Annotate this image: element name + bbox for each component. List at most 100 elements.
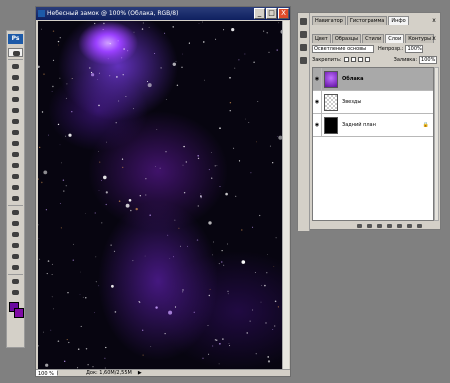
- star: [118, 200, 121, 202]
- brushes-icon[interactable]: [299, 17, 308, 26]
- opacity-field[interactable]: 100%: [405, 44, 424, 53]
- star: [97, 79, 99, 80]
- blur-icon[interactable]: [8, 183, 23, 192]
- mask-icon[interactable]: [376, 223, 383, 229]
- star: [117, 40, 119, 42]
- adjustment-icon[interactable]: [386, 223, 393, 229]
- star: [218, 363, 220, 365]
- star: [274, 325, 276, 327]
- layer-row[interactable]: ◉ Облака: [313, 68, 433, 91]
- lock-position-checkbox[interactable]: [357, 57, 363, 62]
- star: [238, 59, 240, 61]
- tool-list: [7, 48, 24, 297]
- healing-brush-icon[interactable]: [8, 117, 23, 126]
- slice-icon[interactable]: [8, 106, 23, 115]
- layer-row[interactable]: ◉ Задний план 🔒: [313, 114, 433, 137]
- path-select-icon[interactable]: [8, 230, 23, 239]
- star: [58, 44, 59, 46]
- star: [98, 285, 100, 287]
- shape-icon[interactable]: [8, 241, 23, 250]
- type-icon[interactable]: [8, 219, 23, 228]
- crop-icon[interactable]: [8, 95, 23, 104]
- star: [59, 144, 61, 146]
- close-button[interactable]: X: [278, 8, 289, 19]
- color-swatches: [8, 301, 24, 323]
- info-group-tab-2[interactable]: Инфо: [388, 16, 409, 25]
- lasso-icon[interactable]: [8, 73, 23, 82]
- layer-palette-close-icon[interactable]: x: [430, 35, 438, 42]
- star: [225, 192, 228, 196]
- star: [252, 309, 254, 311]
- hand-icon[interactable]: [8, 277, 23, 286]
- image-canvas[interactable]: [38, 21, 284, 372]
- toolbox-separator: [8, 274, 23, 275]
- lock-image-checkbox[interactable]: [350, 57, 356, 62]
- gradient-icon[interactable]: [8, 172, 23, 181]
- layer-list-scrollbar[interactable]: [434, 67, 439, 221]
- star: [180, 245, 181, 247]
- new-layer-icon[interactable]: [406, 223, 413, 229]
- star: [229, 102, 232, 104]
- visibility-eye-icon[interactable]: ◉: [313, 91, 322, 113]
- star: [202, 21, 204, 23]
- visibility-eye-icon[interactable]: ◉: [313, 114, 322, 136]
- star: [149, 214, 151, 216]
- visibility-eye-icon[interactable]: ◉: [313, 68, 322, 90]
- eraser-icon[interactable]: [8, 161, 23, 170]
- status-menu-arrow[interactable]: ▶: [138, 370, 142, 376]
- zoom-icon[interactable]: [8, 288, 23, 297]
- minimize-button[interactable]: _: [254, 8, 265, 19]
- star: [174, 306, 177, 308]
- maximize-button[interactable]: □: [266, 8, 277, 19]
- star: [172, 62, 176, 66]
- trash-icon[interactable]: [416, 223, 423, 229]
- group-icon[interactable]: [396, 223, 403, 229]
- star: [122, 166, 124, 169]
- notes-icon[interactable]: [8, 252, 23, 261]
- dodge-icon[interactable]: [8, 194, 23, 203]
- fill-field[interactable]: 100%: [419, 55, 438, 64]
- top-palette-close-icon[interactable]: x: [430, 17, 438, 24]
- star: [229, 110, 231, 112]
- magic-wand-icon[interactable]: [8, 84, 23, 93]
- lock-transparency-checkbox[interactable]: [343, 57, 349, 62]
- vertical-scrollbar[interactable]: [282, 21, 289, 372]
- clone-stamp-icon[interactable]: [8, 139, 23, 148]
- layers-group-tab-0[interactable]: Цвет: [312, 34, 331, 43]
- tool-presets-icon[interactable]: [299, 30, 308, 39]
- blend-mode-select[interactable]: Осветление основы: [312, 44, 374, 53]
- background-color-swatch[interactable]: [14, 308, 24, 318]
- fx-icon[interactable]: [366, 223, 373, 229]
- info-group-tab-1[interactable]: Гистограмма: [346, 16, 388, 25]
- star: [277, 306, 279, 308]
- paragraph-icon[interactable]: [299, 56, 308, 65]
- move-icon[interactable]: [8, 48, 23, 57]
- marquee-icon[interactable]: [8, 62, 23, 71]
- layer-row[interactable]: ◉ Звезды: [313, 91, 433, 114]
- star: [105, 203, 107, 206]
- character-icon[interactable]: [299, 43, 308, 52]
- star: [150, 346, 152, 347]
- layers-group-tab-3[interactable]: Слои: [385, 34, 405, 43]
- layers-group-tab-2[interactable]: Стили: [362, 34, 385, 43]
- pen-icon[interactable]: [8, 208, 23, 217]
- star: [94, 22, 96, 25]
- star: [67, 292, 69, 294]
- star: [246, 332, 248, 334]
- brush-icon[interactable]: [8, 128, 23, 137]
- eyedropper-icon[interactable]: [8, 263, 23, 272]
- layers-group-tab-1[interactable]: Образцы: [331, 34, 362, 43]
- star: [208, 169, 210, 171]
- star: [165, 151, 167, 153]
- star: [244, 53, 246, 55]
- star: [142, 329, 144, 331]
- star: [245, 118, 246, 120]
- link-layers-icon[interactable]: [356, 223, 363, 229]
- info-group-tab-0[interactable]: Навигатор: [312, 16, 346, 25]
- star: [65, 97, 67, 99]
- lock-all-checkbox[interactable]: [364, 57, 370, 62]
- document-title-bar[interactable]: Небесный замок @ 100% (Облака, RGB/8) _ …: [36, 7, 290, 20]
- star: [241, 260, 246, 264]
- zoom-field[interactable]: 100 %: [36, 370, 58, 377]
- history-brush-icon[interactable]: [8, 150, 23, 159]
